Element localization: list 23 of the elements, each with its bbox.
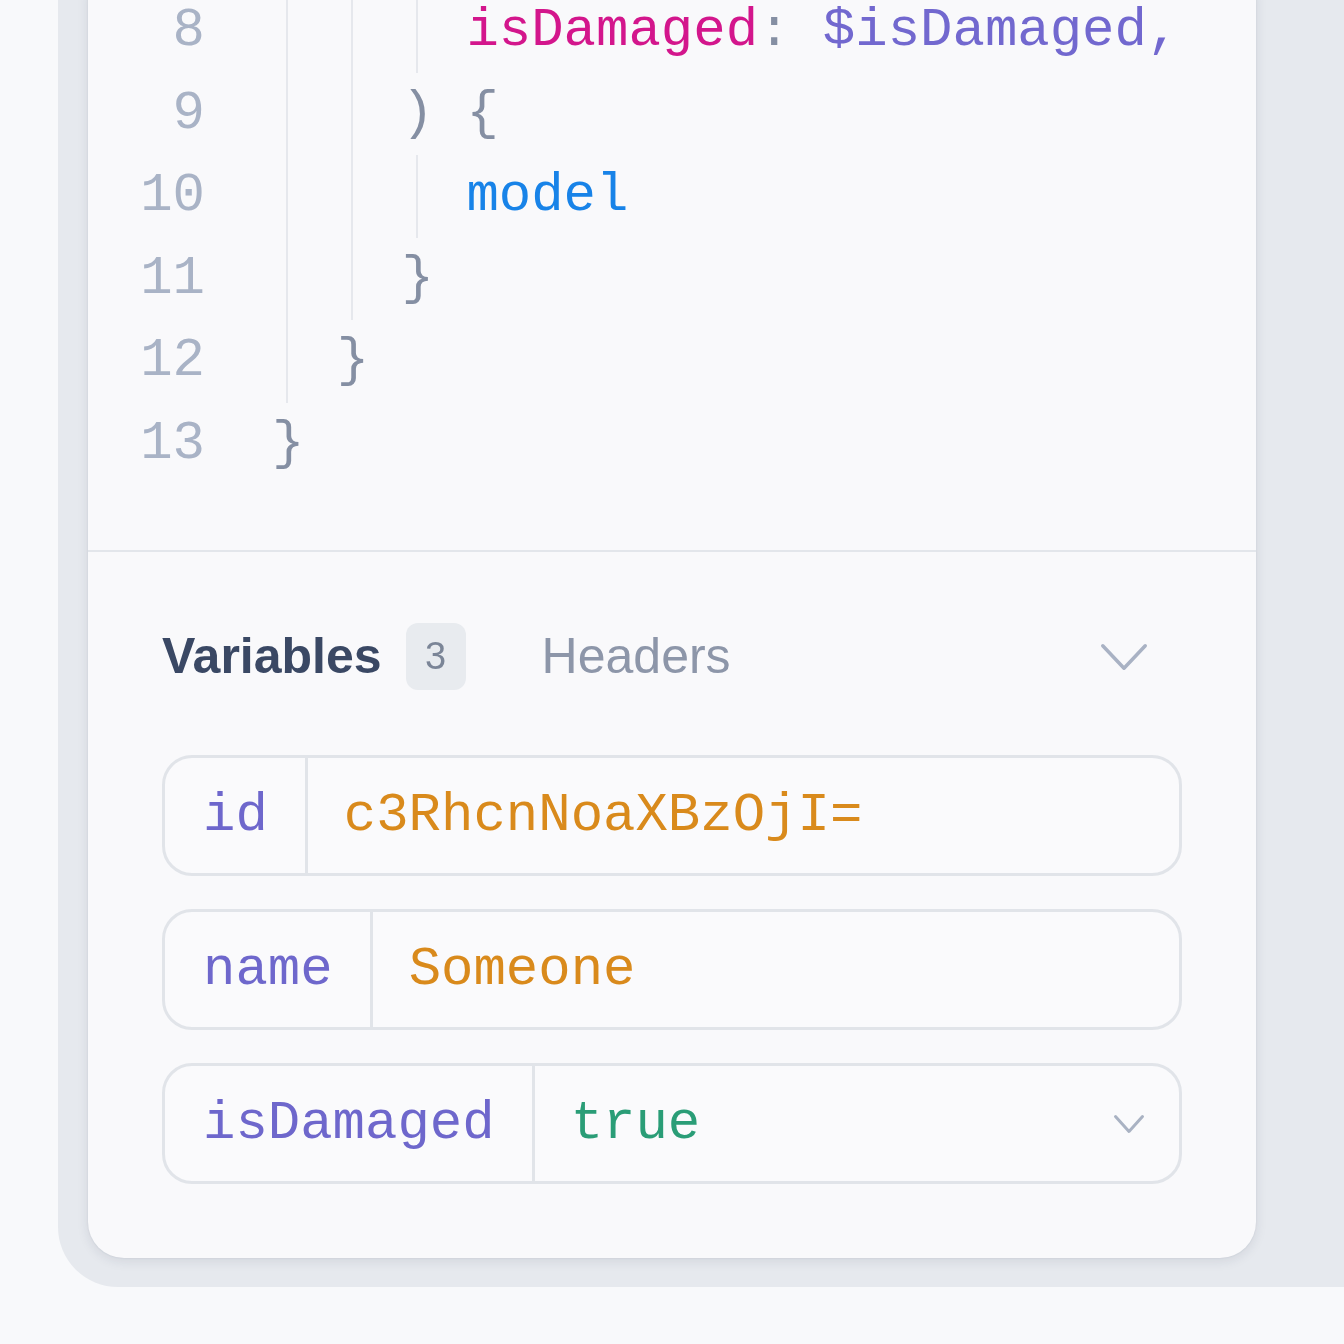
tab[interactable]: Variables 3 — [162, 623, 466, 690]
code-line: isDamaged: $isDamaged, — [466, 0, 1180, 61]
line-number: 12 — [140, 330, 205, 391]
value-select[interactable]: true — [534, 1066, 1179, 1181]
chevron-down-icon — [1113, 1113, 1145, 1134]
value-field[interactable]: Someone — [372, 912, 1179, 1027]
code-line: } — [401, 247, 434, 309]
variable-name: id — [165, 758, 308, 873]
line-number: 11 — [140, 247, 205, 309]
code-line: model — [466, 165, 629, 226]
code-line: } — [336, 330, 370, 391]
code-line: ) { — [401, 82, 499, 144]
line-number: 13 — [140, 412, 205, 474]
count-badge: 3 — [405, 623, 466, 690]
value-field[interactable]: c3RhcnNoaXBzOjI= — [307, 758, 1179, 873]
tab[interactable]: Headers — [541, 623, 731, 690]
line-number: 8 — [172, 0, 205, 61]
line-number: 10 — [140, 165, 205, 226]
variable-name: isDamaged — [165, 1066, 535, 1181]
code-line: } — [272, 412, 305, 474]
line-number: 9 — [172, 82, 205, 144]
chevron-down-icon[interactable] — [1100, 642, 1148, 671]
variable-name: name — [165, 912, 373, 1027]
